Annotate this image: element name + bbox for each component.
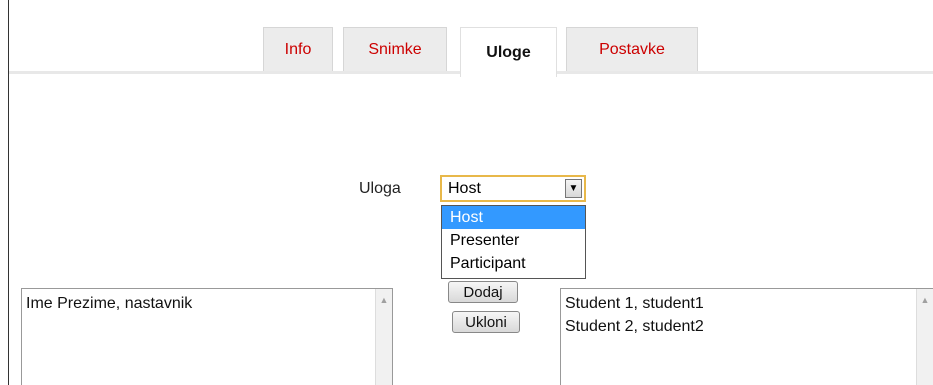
list-item[interactable]: Student 1, student1 (565, 292, 929, 315)
scrollbar[interactable]: ▲ (916, 289, 933, 385)
available-users-list[interactable]: Ime Prezime, nastavnik ▲ (21, 288, 393, 385)
role-option-presenter[interactable]: Presenter (442, 229, 585, 252)
tab-uloge-label: Uloge (486, 43, 531, 61)
list-item[interactable]: Ime Prezime, nastavnik (26, 292, 388, 315)
tab-snimke-label: Snimke (368, 40, 422, 58)
scrollbar[interactable]: ▲ (375, 289, 392, 385)
tab-info[interactable]: Info (263, 27, 333, 71)
tab-snimke[interactable]: Snimke (343, 27, 447, 71)
add-button[interactable]: Dodaj (448, 281, 518, 303)
tab-postavke[interactable]: Postavke (566, 27, 698, 71)
assigned-users-list[interactable]: Student 1, student1 Student 2, student2 … (560, 288, 933, 385)
main-panel: Info Snimke Uloge Postavke Uloga Host ▼ … (8, 0, 933, 385)
tab-uloge[interactable]: Uloge (460, 27, 557, 77)
tab-info-label: Info (284, 40, 312, 58)
tab-postavke-label: Postavke (599, 40, 665, 58)
add-button-label: Dodaj (463, 283, 503, 301)
list-item[interactable]: Student 2, student2 (565, 315, 929, 338)
role-dropdown-list: Host Presenter Participant (441, 205, 586, 279)
remove-button[interactable]: Ukloni (452, 311, 520, 333)
remove-button-label: Ukloni (465, 313, 507, 331)
role-option-host[interactable]: Host (442, 206, 585, 229)
role-select-value: Host (448, 179, 481, 197)
scroll-up-arrow-icon[interactable]: ▲ (921, 295, 930, 385)
role-label: Uloga (359, 180, 401, 197)
scroll-up-arrow-icon[interactable]: ▲ (380, 295, 389, 385)
chevron-down-icon[interactable]: ▼ (565, 179, 582, 198)
role-option-participant[interactable]: Participant (442, 252, 585, 275)
role-select[interactable]: Host ▼ (440, 175, 586, 202)
